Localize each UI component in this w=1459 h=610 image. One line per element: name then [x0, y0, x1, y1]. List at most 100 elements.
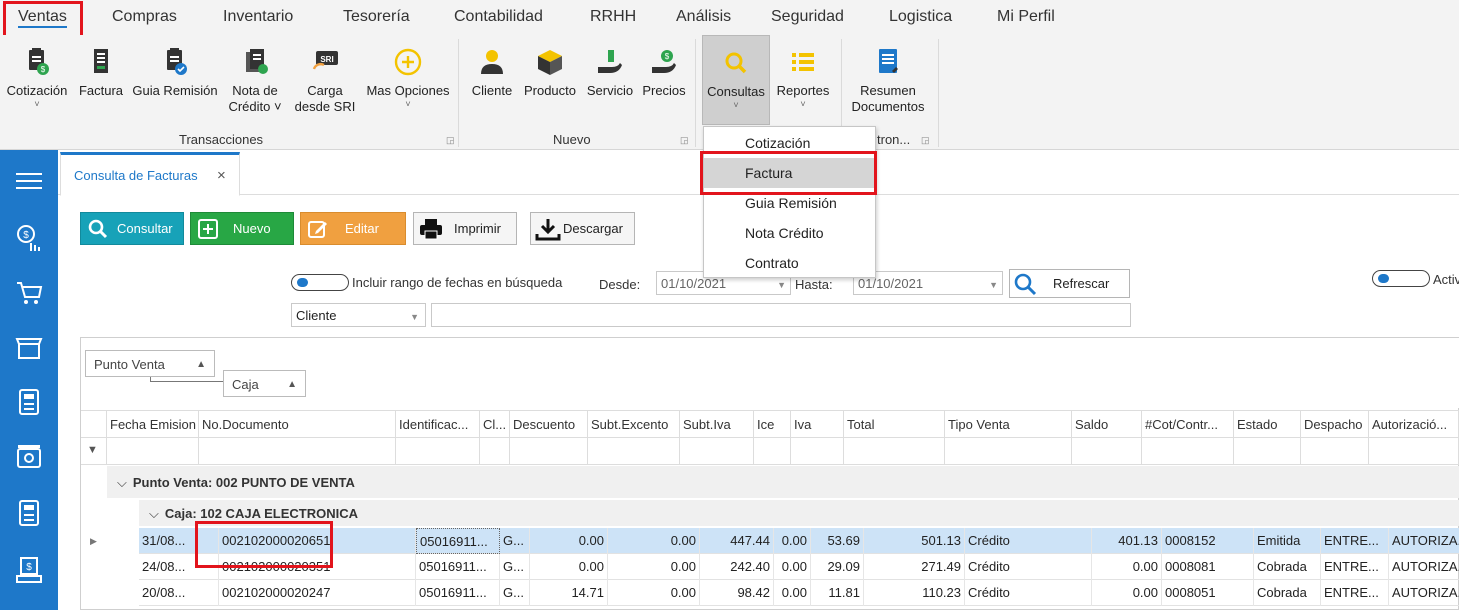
calculator-icon[interactable] [9, 382, 49, 422]
cell-total[interactable]: 110.23 [864, 580, 965, 606]
cell-cot-contrato[interactable]: 0008152 [1162, 528, 1254, 554]
filter-cell[interactable] [791, 438, 844, 465]
col-header-subt-excento[interactable]: Subt.Excento [588, 411, 680, 439]
cell-iva[interactable]: 53.69 [811, 528, 864, 554]
cliente-ribbon-button[interactable]: Cliente [466, 35, 518, 129]
cell-subt-excento[interactable]: 0.00 [608, 528, 700, 554]
dialog-launcher-icon[interactable]: ◲ [680, 135, 689, 146]
menu-logistica[interactable]: Logistica [889, 8, 952, 26]
search-input[interactable] [431, 303, 1131, 327]
cell-estado[interactable]: Cobrada [1254, 580, 1321, 606]
col-header-estado[interactable]: Estado [1234, 411, 1301, 439]
cell-cot-contrato[interactable]: 0008081 [1162, 554, 1254, 580]
cell-estado[interactable]: Cobrada [1254, 554, 1321, 580]
cell-subt-iva[interactable]: 98.42 [700, 580, 774, 606]
cell-saldo[interactable]: 0.00 [1092, 580, 1162, 606]
producto-ribbon-button[interactable]: Producto [520, 35, 580, 129]
col-header-identificacion[interactable]: Identificac... [396, 411, 480, 439]
filter-cell[interactable] [1142, 438, 1234, 465]
menu-analisis[interactable]: Análisis [676, 8, 731, 26]
cotizacion-ribbon-button[interactable]: $ Cotización ˅ [3, 35, 71, 129]
carga-sri-ribbon-button[interactable]: SRI Carga desde SRI [290, 35, 360, 129]
col-header-subt-iva[interactable]: Subt.Iva [680, 411, 754, 439]
cell-total[interactable]: 271.49 [864, 554, 965, 580]
cell-identificacion[interactable]: 05016911... [416, 554, 500, 580]
cell-fecha[interactable]: 31/08... [139, 528, 219, 554]
group-row-caja[interactable]: ⌵ Caja: 102 CAJA ELECTRONICA [139, 500, 1459, 526]
filter-cell[interactable] [588, 438, 680, 465]
filter-cell[interactable] [754, 438, 791, 465]
group-row-punto-venta[interactable]: ⌵ Punto Venta: 002 PUNTO DE VENTA [107, 466, 1459, 498]
filter-cell[interactable] [844, 438, 945, 465]
inventory-box-icon[interactable] [9, 328, 49, 368]
cell-tipo-venta[interactable]: Crédito [965, 528, 1092, 554]
menu-ventas[interactable]: Ventas [18, 8, 67, 28]
servicio-ribbon-button[interactable]: Servicio [583, 35, 637, 129]
payroll-icon[interactable]: $ [9, 550, 49, 590]
cell-subt-iva[interactable]: 242.40 [700, 554, 774, 580]
table-row[interactable]: 31/08... 002102000020651 05016911... G... 0.… [139, 528, 1459, 554]
consultas-ribbon-button[interactable]: Consultas ˅ [702, 35, 770, 125]
col-header-tipo-venta[interactable]: Tipo Venta [945, 411, 1072, 439]
editar-button[interactable]: Editar [300, 212, 406, 245]
money-eye-icon[interactable] [9, 437, 49, 477]
cell-cliente[interactable]: G... [500, 580, 530, 606]
filter-cell[interactable] [680, 438, 754, 465]
col-header-despacho[interactable]: Despacho [1301, 411, 1369, 439]
col-header-documento[interactable]: No.Documento [199, 411, 396, 439]
imprimir-button[interactable]: Imprimir [413, 212, 517, 245]
menu-compras[interactable]: Compras [112, 8, 177, 26]
col-header-total[interactable]: Total [844, 411, 945, 439]
filter-cell[interactable] [510, 438, 588, 465]
date-range-toggle[interactable] [291, 274, 349, 291]
cliente-filter-select[interactable]: Cliente ▼ [291, 303, 426, 327]
col-header-cot-contrato[interactable]: #Cot/Contr... [1142, 411, 1234, 439]
group-chip-punto-venta[interactable]: Punto Venta ▲ [85, 350, 215, 377]
cell-total[interactable]: 501.13 [864, 528, 965, 554]
cell-documento[interactable]: 002102000020651 [219, 528, 416, 554]
menu-tesoreria[interactable]: Tesorería [343, 8, 410, 26]
group-chip-caja[interactable]: Caja ▲ [223, 370, 306, 397]
cell-ice[interactable]: 0.00 [774, 528, 811, 554]
cell-tipo-venta[interactable]: Crédito [965, 580, 1092, 606]
col-header-descuento[interactable]: Descuento [510, 411, 588, 439]
col-header-saldo[interactable]: Saldo [1072, 411, 1142, 439]
nuevo-button[interactable]: Nuevo [190, 212, 294, 245]
reportes-ribbon-button[interactable]: Reportes ˅ [772, 35, 834, 129]
filter-cell[interactable] [396, 438, 480, 465]
mas-opciones-ribbon-button[interactable]: Mas Opciones ˅ [363, 35, 453, 129]
descargar-button[interactable]: Descargar [530, 212, 635, 245]
col-header-fecha[interactable]: Fecha Emision [107, 411, 199, 439]
sales-icon[interactable]: $ [9, 218, 49, 258]
menu-seguridad[interactable]: Seguridad [771, 8, 844, 26]
filter-cell[interactable] [199, 438, 396, 465]
dropdown-item-contrato[interactable]: Contrato [704, 248, 875, 278]
table-row[interactable]: 24/08... 002102000020351 05016911... G... 0.… [139, 554, 1459, 580]
cell-identificacion[interactable]: 05016911... [416, 528, 500, 554]
cell-autorizacion[interactable]: AUTORIZA... [1389, 554, 1459, 580]
cell-descuento[interactable]: 0.00 [530, 528, 608, 554]
filter-cell[interactable] [945, 438, 1072, 465]
refrescar-button[interactable]: Refrescar [1009, 269, 1130, 298]
guia-remision-ribbon-button[interactable]: Guia Remisión [131, 35, 219, 129]
cell-estado[interactable]: Emitida [1254, 528, 1321, 554]
calculator-2-icon[interactable] [9, 493, 49, 533]
cell-cliente[interactable]: G... [500, 554, 530, 580]
filter-cell[interactable] [1369, 438, 1459, 465]
cell-saldo[interactable]: 401.13 [1092, 528, 1162, 554]
consultar-button[interactable]: Consultar [80, 212, 184, 245]
chevron-down-icon[interactable]: ⌵ [117, 475, 127, 490]
menu-inventario[interactable]: Inventario [223, 8, 293, 26]
cell-autorizacion[interactable]: AUTORIZA... [1389, 580, 1459, 606]
col-header-ice[interactable]: Ice [754, 411, 791, 439]
cell-cliente[interactable]: G... [500, 528, 530, 554]
dropdown-item-cotizacion[interactable]: Cotización [704, 128, 875, 158]
factura-ribbon-button[interactable]: Factura [75, 35, 127, 129]
cell-ice[interactable]: 0.00 [774, 554, 811, 580]
dropdown-item-factura[interactable]: Factura [704, 158, 875, 188]
filter-cell[interactable] [1301, 438, 1369, 465]
cell-fecha[interactable]: 20/08... [139, 580, 219, 606]
filter-cell[interactable] [480, 438, 510, 465]
cell-tipo-venta[interactable]: Crédito [965, 554, 1092, 580]
cell-identificacion[interactable]: 05016911... [416, 580, 500, 606]
